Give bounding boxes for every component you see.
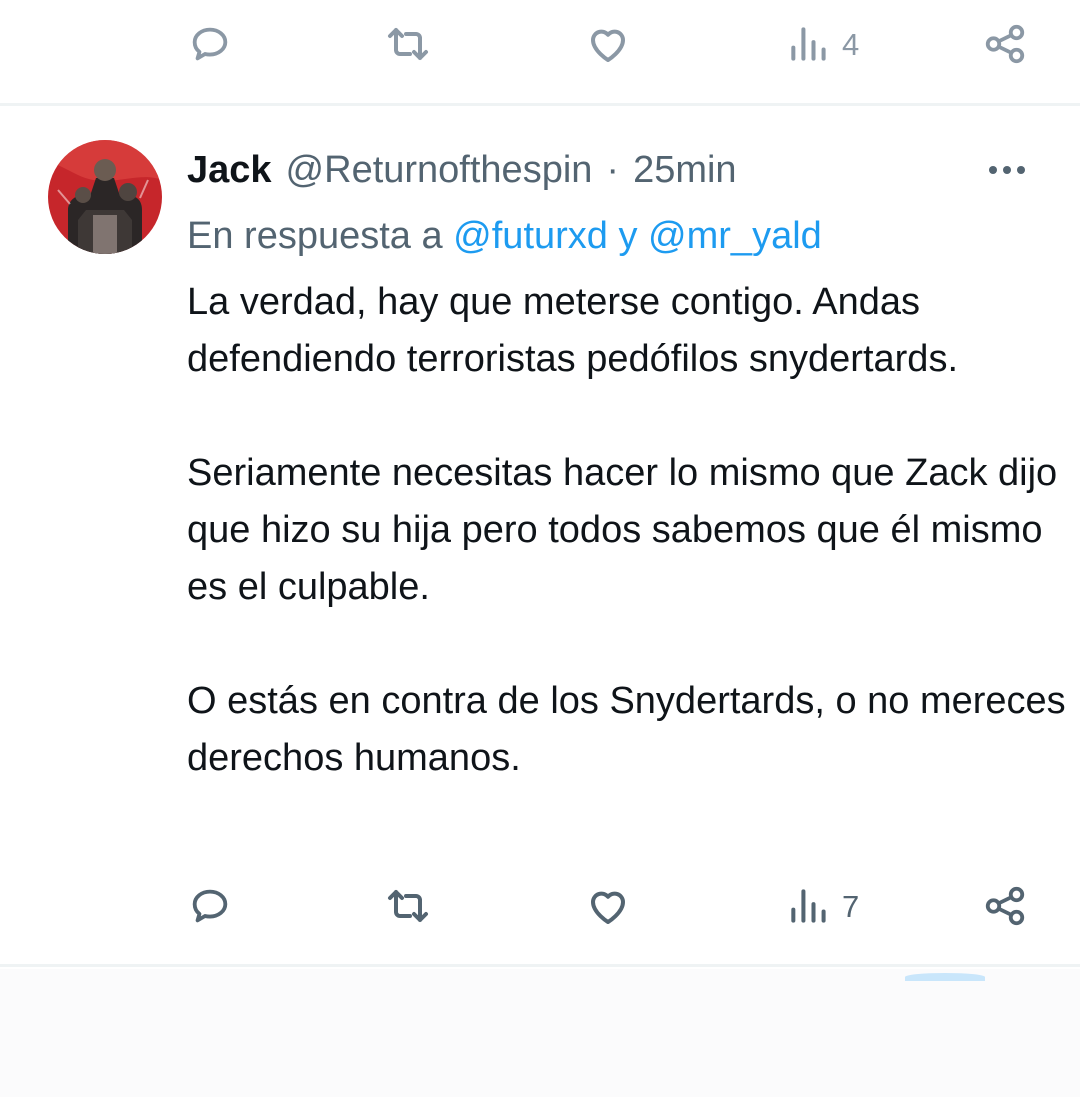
tweet-divider-top: [0, 103, 1080, 106]
prev-tweet-action-bar: 4: [0, 14, 1080, 74]
like-button[interactable]: [584, 14, 632, 74]
views-button[interactable]: 7: [786, 876, 859, 936]
like-button[interactable]: [584, 876, 632, 936]
tweet-action-bar: 7: [0, 876, 1080, 936]
views-count: 4: [842, 26, 860, 62]
reply-icon: [192, 889, 228, 923]
reply-icon: [192, 27, 228, 61]
retweet-icon: [388, 28, 428, 60]
views-bar-chart-icon: [791, 889, 826, 923]
tweet-paragraph: La verdad, hay que meterse contigo. Anda…: [187, 281, 959, 380]
share-icon: [985, 24, 1025, 64]
author-name[interactable]: Jack: [187, 146, 272, 194]
like-heart-icon: [591, 29, 625, 62]
separator-dot: ·: [606, 149, 620, 191]
mention-link[interactable]: @futurxd: [453, 215, 608, 257]
mention-conjunction[interactable]: y: [618, 215, 637, 257]
avatar[interactable]: [48, 140, 162, 254]
more-options-icon-dot: [1017, 166, 1025, 174]
share-button[interactable]: [982, 14, 1028, 74]
share-button[interactable]: [982, 876, 1028, 936]
more-options-button[interactable]: [982, 152, 1032, 188]
profile-avatar: [48, 140, 162, 254]
retweet-button[interactable]: [384, 14, 432, 74]
retweet-button[interactable]: [384, 876, 432, 936]
tweet-paragraph: Seriamente necesitas hacer lo mismo que …: [187, 452, 1058, 608]
compose-button-edge[interactable]: [905, 973, 985, 981]
mention-link[interactable]: @mr_yald: [648, 215, 822, 257]
tweet-header: Jack @Returnofthespin · 25min: [187, 146, 737, 194]
views-count: 7: [842, 888, 860, 924]
like-heart-icon: [591, 891, 625, 924]
views-button[interactable]: 4: [786, 14, 859, 74]
views-bar-chart-icon: [791, 27, 826, 61]
reply-context: En respuesta a @futurxd y @mr_yald: [187, 212, 822, 260]
tweet-divider-bottom: [0, 964, 1080, 967]
tweet-text: La verdad, hay que meterse contigo. Anda…: [187, 274, 1067, 787]
share-icon: [985, 886, 1025, 926]
next-tweet-area: [0, 969, 1080, 1097]
reply-button[interactable]: [187, 14, 233, 74]
tweet-timestamp[interactable]: 25min: [633, 146, 737, 194]
more-options-icon-dot: [1003, 166, 1011, 174]
tweet-paragraph: O estás en contra de los Snydertards, o …: [187, 680, 1066, 779]
retweet-icon: [388, 890, 428, 922]
reply-button[interactable]: [187, 876, 233, 936]
author-handle[interactable]: @Returnofthespin: [286, 146, 593, 194]
more-options-icon: [989, 166, 997, 174]
reply-prefix: En respuesta a: [187, 215, 443, 257]
